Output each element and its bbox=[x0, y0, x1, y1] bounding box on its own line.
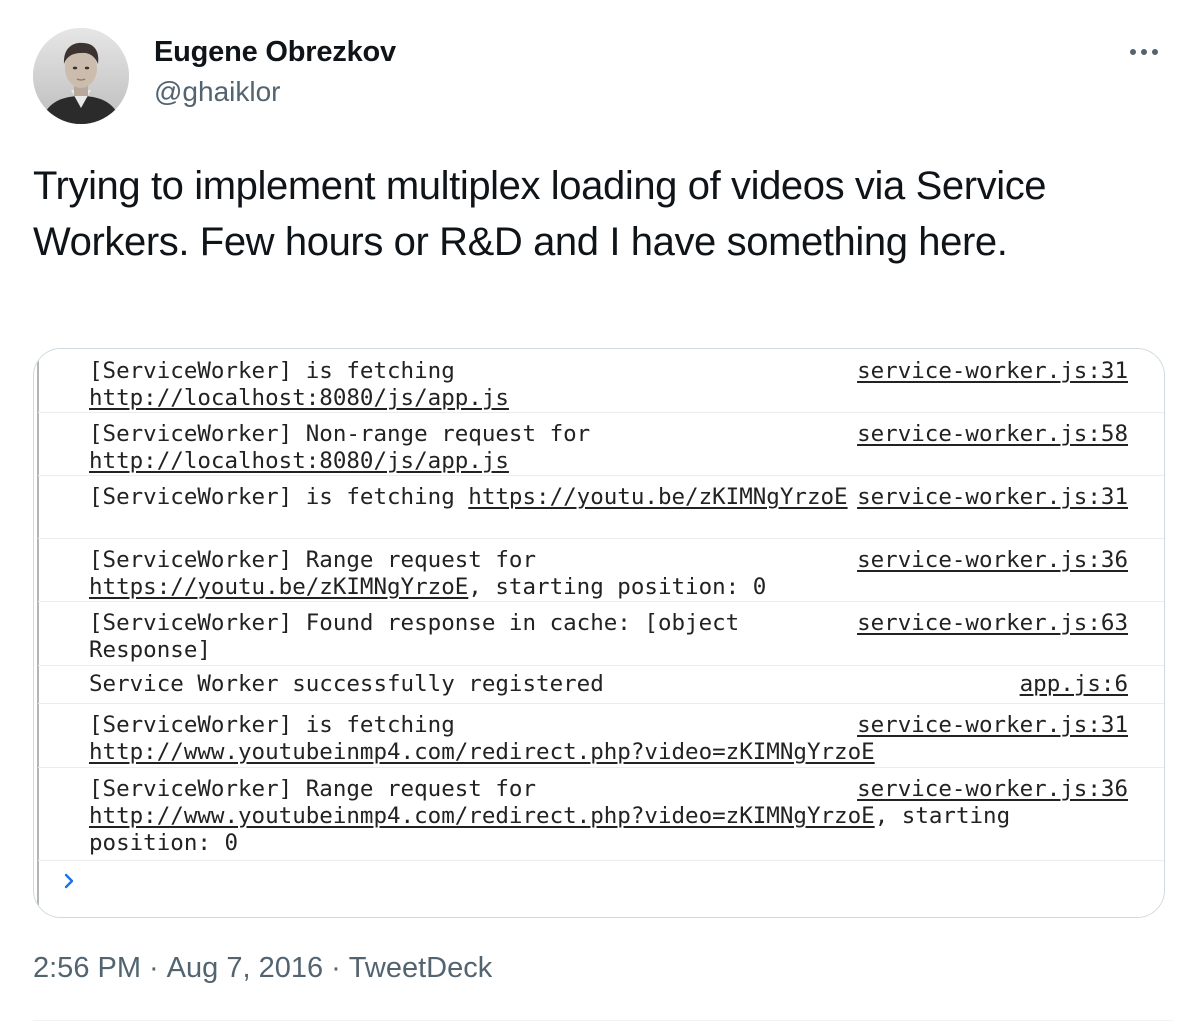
tweet-timestamp: 2:56 PM · Aug 7, 2016 · TweetDeck bbox=[33, 952, 492, 985]
console-url-link[interactable]: http://www.youtubeinmp4.com/redirect.php… bbox=[89, 803, 875, 829]
console-prompt-chevron-icon[interactable] bbox=[60, 869, 80, 893]
tweet-time[interactable]: 2:56 PM bbox=[33, 952, 141, 984]
tweet-media-image[interactable]: [ServiceWorker] is fetching http://local… bbox=[33, 348, 1165, 918]
console-url-link[interactable]: https://youtu.be/zKIMNgYrzoE bbox=[89, 574, 468, 600]
separator-dot: · bbox=[331, 952, 341, 984]
avatar[interactable] bbox=[33, 28, 129, 124]
devtools-console-screenshot: [ServiceWorker] is fetching http://local… bbox=[34, 349, 1164, 917]
author-name[interactable]: Eugene Obrezkov bbox=[154, 36, 396, 69]
console-message: [ServiceWorker] Range request for https:… bbox=[89, 547, 767, 600]
console-row: [ServiceWorker] is fetching http://local… bbox=[38, 349, 1164, 413]
console-message: [ServiceWorker] Found response in cache:… bbox=[89, 610, 753, 663]
console-row: [ServiceWorker] Found response in cache:… bbox=[38, 601, 1164, 666]
console-row: [ServiceWorker] is fetching https://yout… bbox=[38, 475, 1164, 539]
avatar-photo bbox=[33, 28, 129, 124]
console-source-link[interactable]: app.js:6 bbox=[1020, 671, 1128, 698]
console-source-link[interactable]: service-worker.js:36 bbox=[857, 547, 1128, 574]
divider bbox=[33, 1020, 1173, 1021]
console-source-link[interactable]: service-worker.js:63 bbox=[857, 610, 1128, 637]
tweet-text: Trying to implement multiplex loading of… bbox=[33, 164, 1047, 264]
more-options-icon[interactable] bbox=[1124, 40, 1164, 64]
console-row: [ServiceWorker] Range request for https:… bbox=[38, 538, 1164, 602]
console-source-link[interactable]: service-worker.js:31 bbox=[857, 484, 1128, 511]
console-message: Service Worker successfully registered bbox=[89, 671, 604, 697]
tweet-source-app[interactable]: TweetDeck bbox=[349, 952, 492, 984]
console-row: Service Worker successfully registered a… bbox=[38, 665, 1164, 704]
console-source-link[interactable]: service-worker.js:36 bbox=[857, 776, 1128, 803]
console-source-link[interactable]: service-worker.js:31 bbox=[857, 712, 1128, 739]
console-message: [ServiceWorker] Non-range request for ht… bbox=[89, 421, 604, 474]
console-message: [ServiceWorker] is fetching https://yout… bbox=[89, 484, 848, 510]
console-message: [ServiceWorker] is fetching http://www.y… bbox=[89, 712, 875, 765]
console-row: [ServiceWorker] Range request for http:/… bbox=[38, 767, 1164, 861]
console-source-link[interactable]: service-worker.js:31 bbox=[857, 358, 1128, 385]
console-url-link[interactable]: https://youtu.be/zKIMNgYrzoE bbox=[468, 484, 847, 510]
console-row: [ServiceWorker] Non-range request for ht… bbox=[38, 412, 1164, 476]
author-handle[interactable]: @ghaiklor bbox=[154, 76, 280, 108]
console-row: [ServiceWorker] is fetching http://www.y… bbox=[38, 703, 1164, 768]
console-url-link[interactable]: http://www.youtubeinmp4.com/redirect.php… bbox=[89, 739, 875, 765]
console-url-link[interactable]: http://localhost:8080/js/app.js bbox=[89, 448, 509, 474]
console-source-link[interactable]: service-worker.js:58 bbox=[857, 421, 1128, 448]
tweet: Eugene Obrezkov @ghaiklor Trying to impl… bbox=[0, 0, 1202, 1024]
separator-dot: · bbox=[149, 952, 159, 984]
console-message: [ServiceWorker] is fetching http://local… bbox=[89, 358, 509, 411]
tweet-date[interactable]: Aug 7, 2016 bbox=[167, 952, 323, 984]
console-url-link[interactable]: http://localhost:8080/js/app.js bbox=[89, 385, 509, 411]
